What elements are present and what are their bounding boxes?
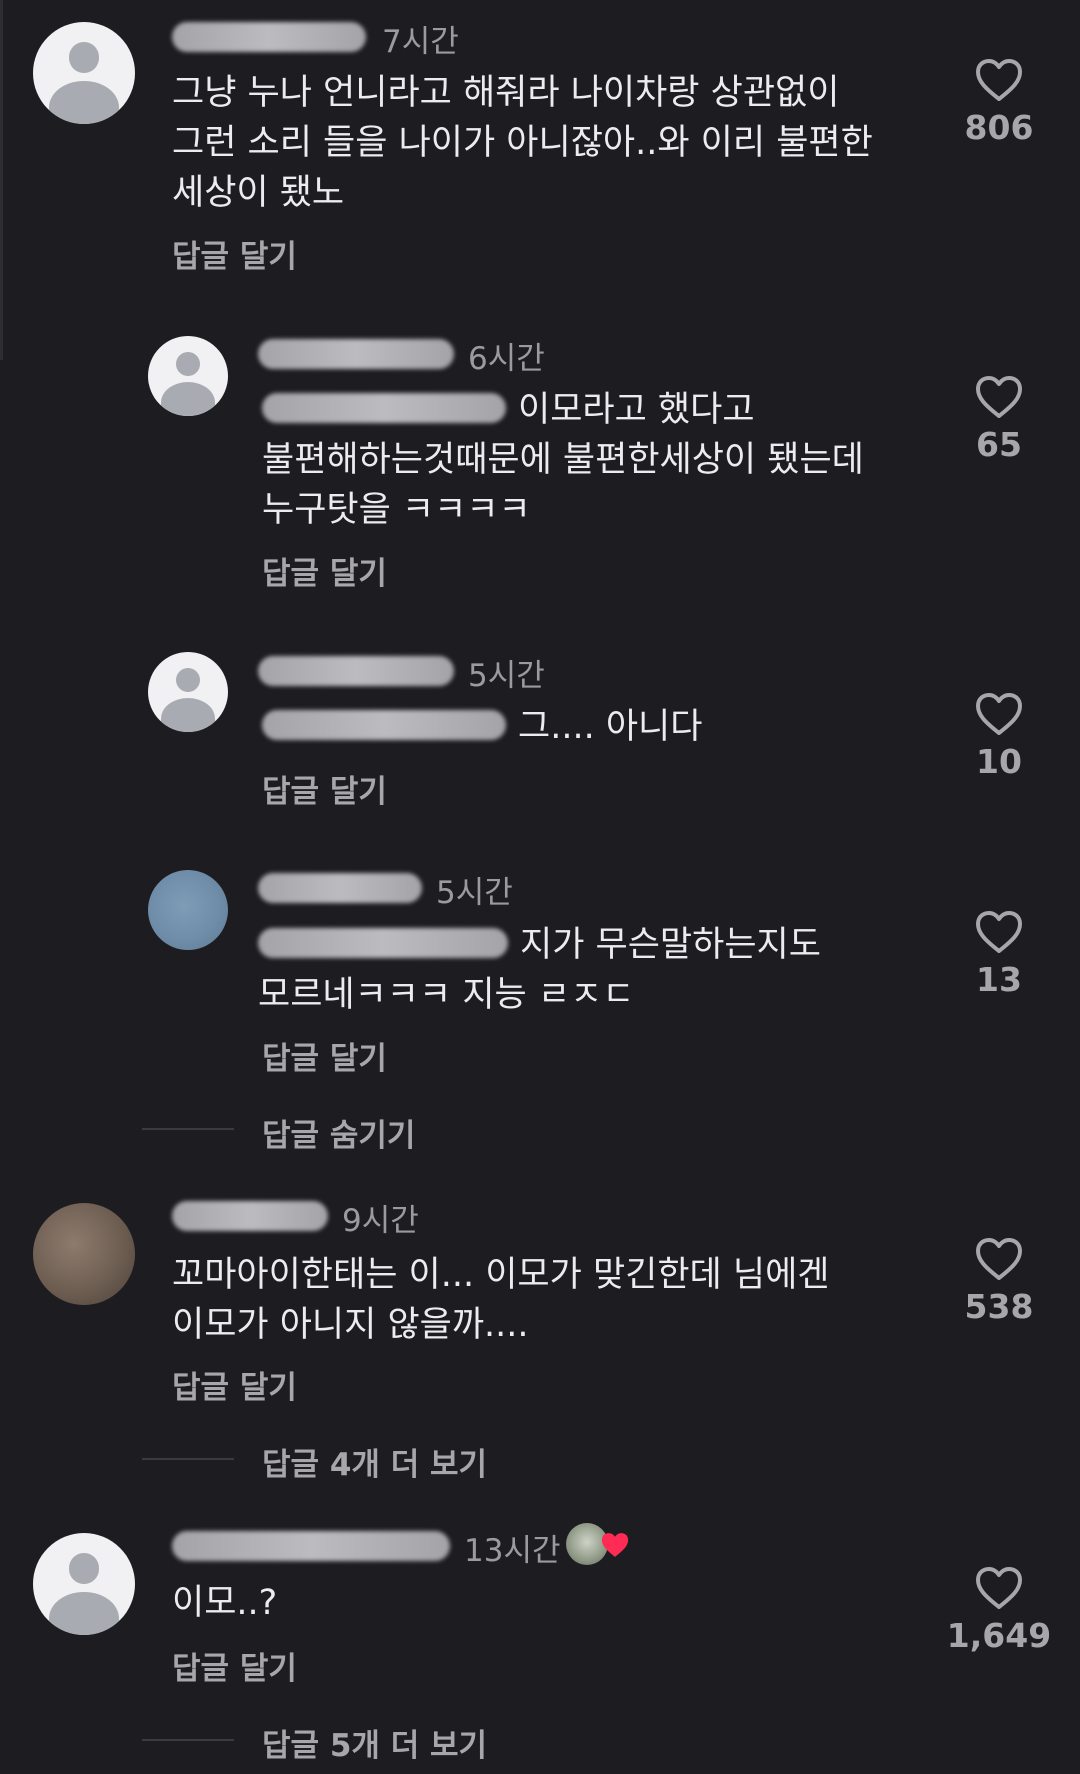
comment-text: 꼬마아이한태는 이... 이모가 맞긴한데 님에겐 이모가 아니지 않을까...… (172, 1255, 830, 1345)
heart-outline-icon (976, 1567, 1022, 1609)
comment-text: 지가 무슨말하는지도 모르네ㅋㅋㅋ 지능 ㄹㅈㄷ (258, 925, 821, 1015)
like-count: 1,649 (946, 1616, 1052, 1655)
default-avatar-icon (176, 352, 200, 376)
user-avatar[interactable] (148, 336, 228, 416)
comment-time: 5시간 (436, 875, 513, 911)
like-button[interactable]: 1,649 (944, 1566, 1054, 1655)
user-avatar[interactable] (33, 22, 135, 124)
comment-list: 7시간 그냥 누나 언니라고 해줘라 나이차랑 상관없이 그런 소리 들을 나이… (0, 0, 1080, 1774)
like-count: 10 (976, 742, 1022, 781)
mention-redacted[interactable] (262, 710, 506, 740)
like-count: 13 (976, 960, 1022, 999)
thread-divider (142, 1458, 234, 1460)
comment-time: 7시간 (382, 24, 459, 60)
reply-button[interactable]: 답글 달기 (262, 766, 387, 811)
comment-time: 5시간 (468, 658, 545, 694)
like-button[interactable]: 13 (944, 910, 1054, 999)
photo-avatar-icon[interactable] (148, 870, 228, 950)
view-more-replies-button[interactable]: 답글 5개 더 보기 (262, 1720, 487, 1765)
user-avatar[interactable] (148, 652, 228, 732)
default-avatar-icon (68, 1553, 100, 1584)
username-redacted[interactable] (172, 22, 366, 52)
reply-button[interactable]: 답글 달기 (262, 1033, 387, 1078)
default-avatar-icon (68, 42, 100, 73)
photo-avatar-icon[interactable] (33, 1203, 135, 1305)
reply-button[interactable]: 답글 달기 (172, 1643, 297, 1688)
thread-divider (142, 1128, 234, 1130)
comment-text: 그냥 누나 언니라고 해줘라 나이차랑 상관없이 그런 소리 들을 나이가 아니… (172, 73, 873, 213)
heart-outline-icon (976, 376, 1022, 418)
comment-text: 이모라고 했다고 불편해하는것때문에 불편한세상이 됐는데 누구탓을 ㅋㅋㅋㅋ (262, 390, 864, 530)
username-redacted[interactable] (172, 1201, 328, 1231)
username-redacted[interactable] (258, 339, 454, 369)
thread-divider (142, 1739, 234, 1741)
view-more-replies-button[interactable]: 답글 4개 더 보기 (262, 1439, 487, 1484)
creator-liked-heart-icon (601, 1533, 629, 1557)
like-button[interactable]: 538 (944, 1237, 1054, 1326)
comment-time: 13시간 (464, 1533, 561, 1569)
mention-redacted[interactable] (258, 928, 508, 958)
heart-outline-icon (976, 59, 1022, 101)
reply-button[interactable]: 답글 달기 (172, 1362, 297, 1407)
username-redacted[interactable] (172, 1531, 450, 1561)
username-redacted[interactable] (258, 656, 454, 686)
user-avatar[interactable] (33, 1533, 135, 1635)
like-button[interactable]: 806 (944, 58, 1054, 147)
comment-text: 그.... 아니다 (262, 702, 702, 752)
heart-outline-icon (976, 911, 1022, 953)
mention-redacted[interactable] (262, 393, 506, 423)
hide-replies-button[interactable]: 답글 숨기기 (262, 1110, 415, 1155)
comment-text: 이모..? (172, 1583, 278, 1623)
default-avatar-icon (176, 668, 200, 692)
scroll-edge (0, 0, 3, 360)
reply-button[interactable]: 답글 달기 (172, 231, 297, 276)
like-button[interactable]: 65 (944, 375, 1054, 464)
comment-time: 6시간 (468, 341, 545, 377)
username-redacted[interactable] (258, 873, 422, 903)
comment-time: 9시간 (342, 1203, 419, 1239)
like-button[interactable]: 10 (944, 692, 1054, 781)
heart-outline-icon (976, 1238, 1022, 1280)
like-count: 65 (976, 425, 1022, 464)
like-count: 806 (964, 108, 1034, 147)
heart-outline-icon (976, 693, 1022, 735)
like-count: 538 (964, 1287, 1034, 1326)
reply-button[interactable]: 답글 달기 (262, 548, 387, 593)
